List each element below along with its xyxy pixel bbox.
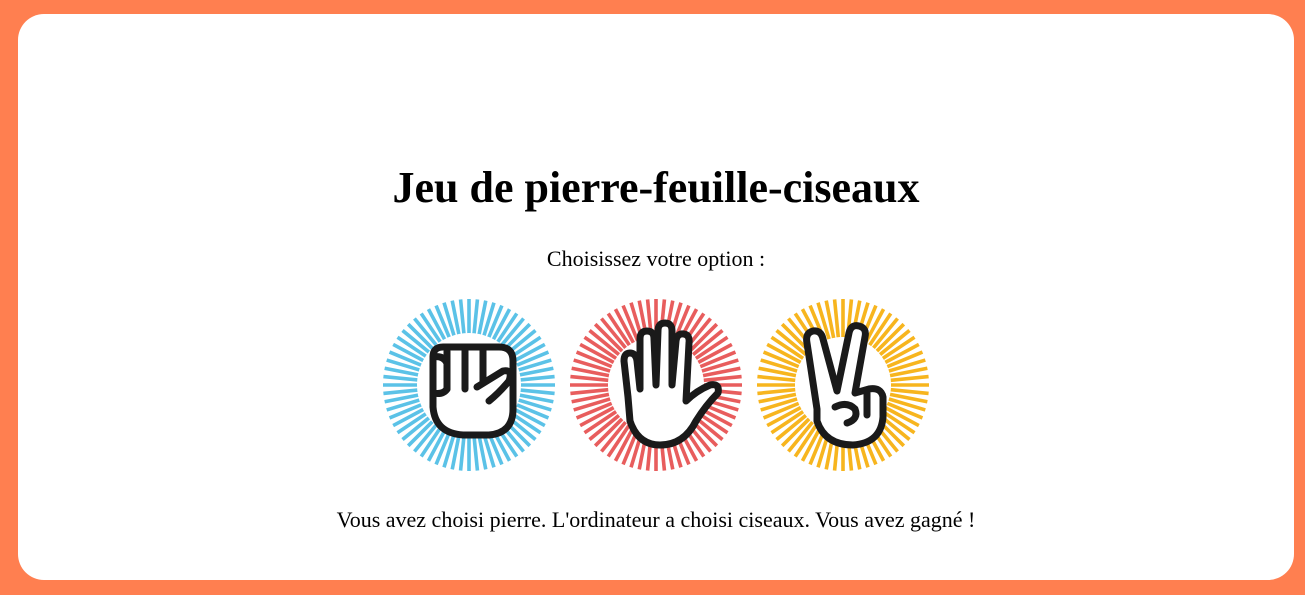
scissors-hand-icon	[757, 299, 929, 471]
sunburst-ray	[471, 299, 480, 338]
game-card: Jeu de pierre-feuille-ciseaux Choisissez…	[18, 14, 1294, 580]
rock-fist-icon	[383, 299, 555, 471]
sunburst-ray	[458, 299, 467, 338]
sunburst-ray	[890, 387, 929, 396]
result-message: Vous avez choisi pierre. L'ordinateur a …	[336, 507, 976, 532]
sunburst-ray	[570, 374, 609, 383]
sunburst-ray	[832, 299, 841, 338]
sunburst-ray	[516, 374, 555, 383]
paper-hand-icon	[570, 299, 742, 471]
sunburst-ray	[757, 387, 796, 396]
choice-group	[18, 297, 1294, 475]
paper-choice-button[interactable]	[568, 297, 744, 473]
choice-prompt: Choisissez votre option :	[546, 246, 766, 271]
sunburst-ray	[516, 387, 555, 396]
sunburst-ray	[757, 374, 796, 383]
page-title: Jeu de pierre-feuille-ciseaux	[392, 163, 920, 212]
sunburst-ray	[703, 374, 742, 383]
sunburst-ray	[570, 387, 609, 396]
sunburst-ray	[890, 374, 929, 383]
rock-choice-button[interactable]	[381, 297, 557, 473]
scissors-choice-button[interactable]	[755, 297, 931, 473]
sunburst-ray	[383, 374, 422, 383]
sunburst-ray	[383, 387, 422, 396]
